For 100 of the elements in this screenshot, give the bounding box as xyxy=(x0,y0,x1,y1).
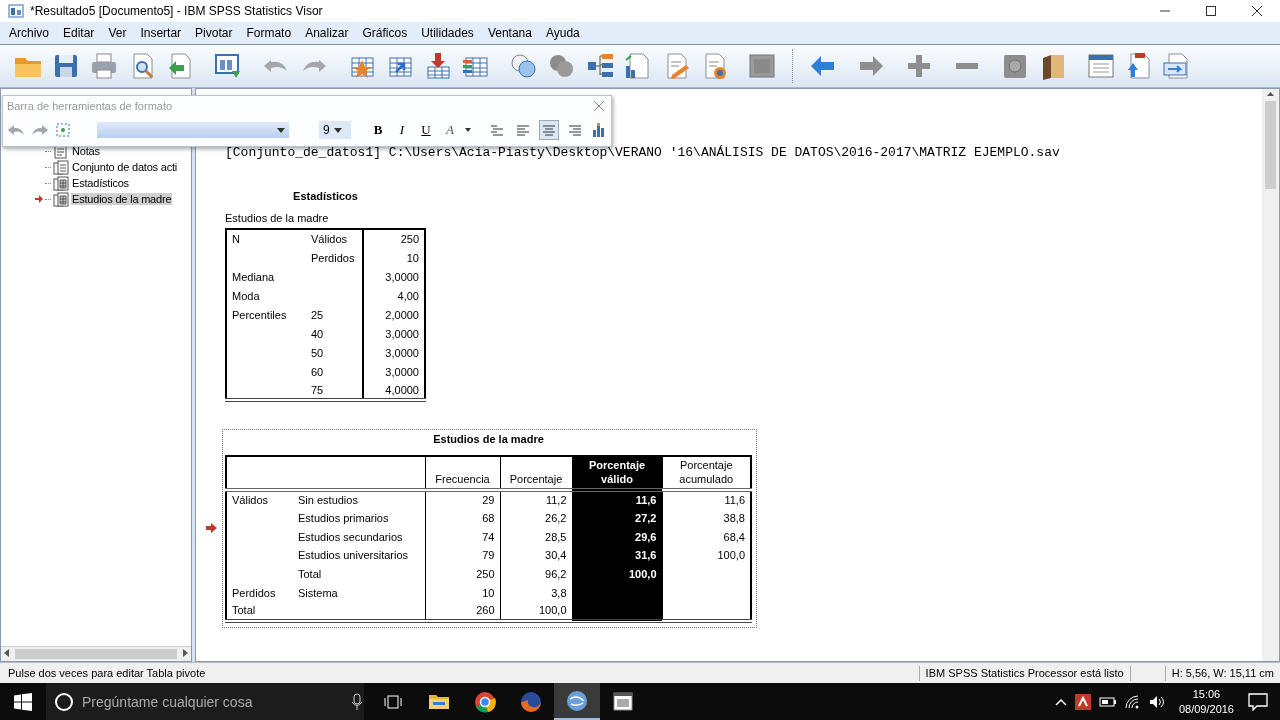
align-center-button[interactable] xyxy=(539,120,559,140)
table-cell: Moda xyxy=(226,286,306,305)
bold-button[interactable]: B xyxy=(369,120,387,140)
table-cell: 29,6 xyxy=(572,527,662,547)
table-cell: 74 xyxy=(425,527,500,547)
table-cell: 3,0000 xyxy=(363,343,425,362)
underline-button[interactable]: U xyxy=(417,120,435,140)
table-cell: 250 xyxy=(363,229,425,248)
scrollbar-thumb[interactable] xyxy=(15,649,177,659)
outline-item[interactable]: Estadísticos xyxy=(71,177,130,189)
outline-item[interactable]: Notas xyxy=(71,145,101,157)
table-cell: 10 xyxy=(363,248,425,267)
table-cell: 40 xyxy=(306,324,363,343)
dropdown-caret-icon xyxy=(277,127,285,133)
menu-item[interactable]: Utilidades xyxy=(414,26,481,40)
clock-time[interactable]: 15:06 xyxy=(1192,686,1221,702)
table-cell: 25 xyxy=(306,305,363,324)
table-cell: 50 xyxy=(306,343,363,362)
window-title: *Resultado5 [Documento5] - IBM SPSS Statistics Visor xyxy=(30,4,323,18)
font-size-value: 9 xyxy=(323,123,330,137)
row-header: Total xyxy=(293,564,425,584)
cell-format-icon[interactable] xyxy=(55,122,71,138)
table-cell: 38,8 xyxy=(662,508,751,528)
volume-icon[interactable] xyxy=(1148,694,1165,709)
row-header: Válidos xyxy=(226,490,293,509)
menu-item[interactable]: Pivotar xyxy=(188,26,240,40)
menu-item[interactable]: Analizar xyxy=(298,26,356,40)
table-icon xyxy=(53,175,69,191)
table-cell: N xyxy=(226,229,306,248)
status-message: Pulse dos veces para editar Tabla pivote xyxy=(7,667,207,679)
cortana-icon xyxy=(54,691,74,712)
outline-item[interactable]: Estudios de la madre xyxy=(71,193,173,205)
table-icon xyxy=(53,191,69,207)
table-cell: 2,0000 xyxy=(363,305,425,324)
table-title: Estudios de la madre xyxy=(433,433,544,445)
microphone-icon xyxy=(350,692,364,711)
row-header: Sin estudios xyxy=(293,490,425,509)
table-cell: 79 xyxy=(425,546,500,565)
menu-item[interactable]: Formato xyxy=(239,26,299,40)
table-cell: Mediana xyxy=(226,267,306,286)
globe-icon[interactable] xyxy=(565,688,589,713)
chevron-up-icon[interactable] xyxy=(1054,696,1067,707)
pivot-table[interactable] xyxy=(225,455,752,623)
row-header: Sistema xyxy=(293,583,425,603)
start-button[interactable] xyxy=(14,692,32,711)
table-cell: 29 xyxy=(425,490,500,509)
menu-item[interactable]: Archivo xyxy=(2,26,56,40)
menu-item[interactable]: Editar xyxy=(56,26,102,40)
menu-item[interactable]: Ventana xyxy=(480,26,539,40)
menu-item[interactable]: Ayuda xyxy=(538,26,587,40)
table-cell: 60 xyxy=(306,362,363,381)
table-cell: 11,6 xyxy=(662,490,751,509)
row-header: Estudios secundarios xyxy=(293,527,425,547)
table-cell: Perdidos xyxy=(306,248,363,267)
window-icon[interactable] xyxy=(611,689,635,714)
table-cell: 11,6 xyxy=(572,490,662,509)
toolbar-title: Barra de herramientas de formato xyxy=(7,100,173,112)
wifi-icon[interactable] xyxy=(1124,694,1141,709)
dropdown-caret-icon[interactable] xyxy=(465,128,471,132)
close-button[interactable] xyxy=(593,100,605,112)
clock-date[interactable]: 08/09/2016 xyxy=(1178,701,1234,717)
menu-item[interactable]: Ver xyxy=(101,26,134,40)
row-header: Estudios primarios xyxy=(293,508,425,528)
menu-item[interactable]: Gráficos xyxy=(355,26,415,40)
document-icon xyxy=(53,159,69,175)
table-title: Estadísticos xyxy=(293,190,358,202)
align-right-icon xyxy=(567,122,583,138)
text-color-button[interactable]: A xyxy=(441,120,459,140)
table-cell: 100,0 xyxy=(662,546,751,565)
table-cell: 4,00 xyxy=(363,286,425,305)
font-size-dropdown[interactable]: 9 xyxy=(319,121,351,139)
pivot-table[interactable]: N Válidos 250 Perdidos 10 Mediana 3,0000 Moda 4,00 Percentiles 25 2,0000 40 3,0000 50 3,0000 60 3,0000 75 4,0000 xyxy=(225,228,426,402)
column-header[interactable]: Porcentaje acumulado xyxy=(662,456,751,490)
browser-icon[interactable] xyxy=(519,689,543,714)
table-cell: 68,4 xyxy=(662,527,751,547)
status-text: IBM SPSS Statistics Processor está listo xyxy=(918,665,1130,681)
browser-icon[interactable] xyxy=(473,689,497,714)
chart-icon[interactable] xyxy=(591,122,607,138)
notification-icon[interactable] xyxy=(1248,692,1268,711)
row-header: Perdidos xyxy=(226,583,293,603)
table-cell: 31,6 xyxy=(572,546,662,565)
column-header[interactable]: Porcentaje válido xyxy=(572,456,662,490)
column-header[interactable]: Frecuencia xyxy=(425,456,500,490)
antivirus-icon[interactable] xyxy=(1074,693,1091,710)
battery-icon[interactable] xyxy=(1098,695,1117,708)
scrollbar-thumb[interactable] xyxy=(1265,101,1276,189)
row-header: Estudios universitarios xyxy=(293,546,425,565)
italic-button[interactable]: I xyxy=(393,120,411,140)
search-field[interactable]: Pregúntame cualquier cosa xyxy=(46,683,364,720)
table-cell: 3,0000 xyxy=(363,324,425,343)
search-placeholder: Pregúntame cualquier cosa xyxy=(82,693,254,710)
row-header: Total xyxy=(226,602,293,621)
dropdown-caret-icon xyxy=(333,127,342,133)
menu-item[interactable]: Insertar xyxy=(133,26,189,40)
align-distributed-icon xyxy=(489,122,505,138)
task-view-icon[interactable] xyxy=(383,693,403,710)
table-cell: Percentiles xyxy=(226,305,306,324)
align-left-icon xyxy=(515,122,531,138)
outline-item[interactable]: Conjunto de datos acti xyxy=(71,161,179,173)
status-text: H: 5,56, W: 15,11 cm xyxy=(1164,665,1280,681)
